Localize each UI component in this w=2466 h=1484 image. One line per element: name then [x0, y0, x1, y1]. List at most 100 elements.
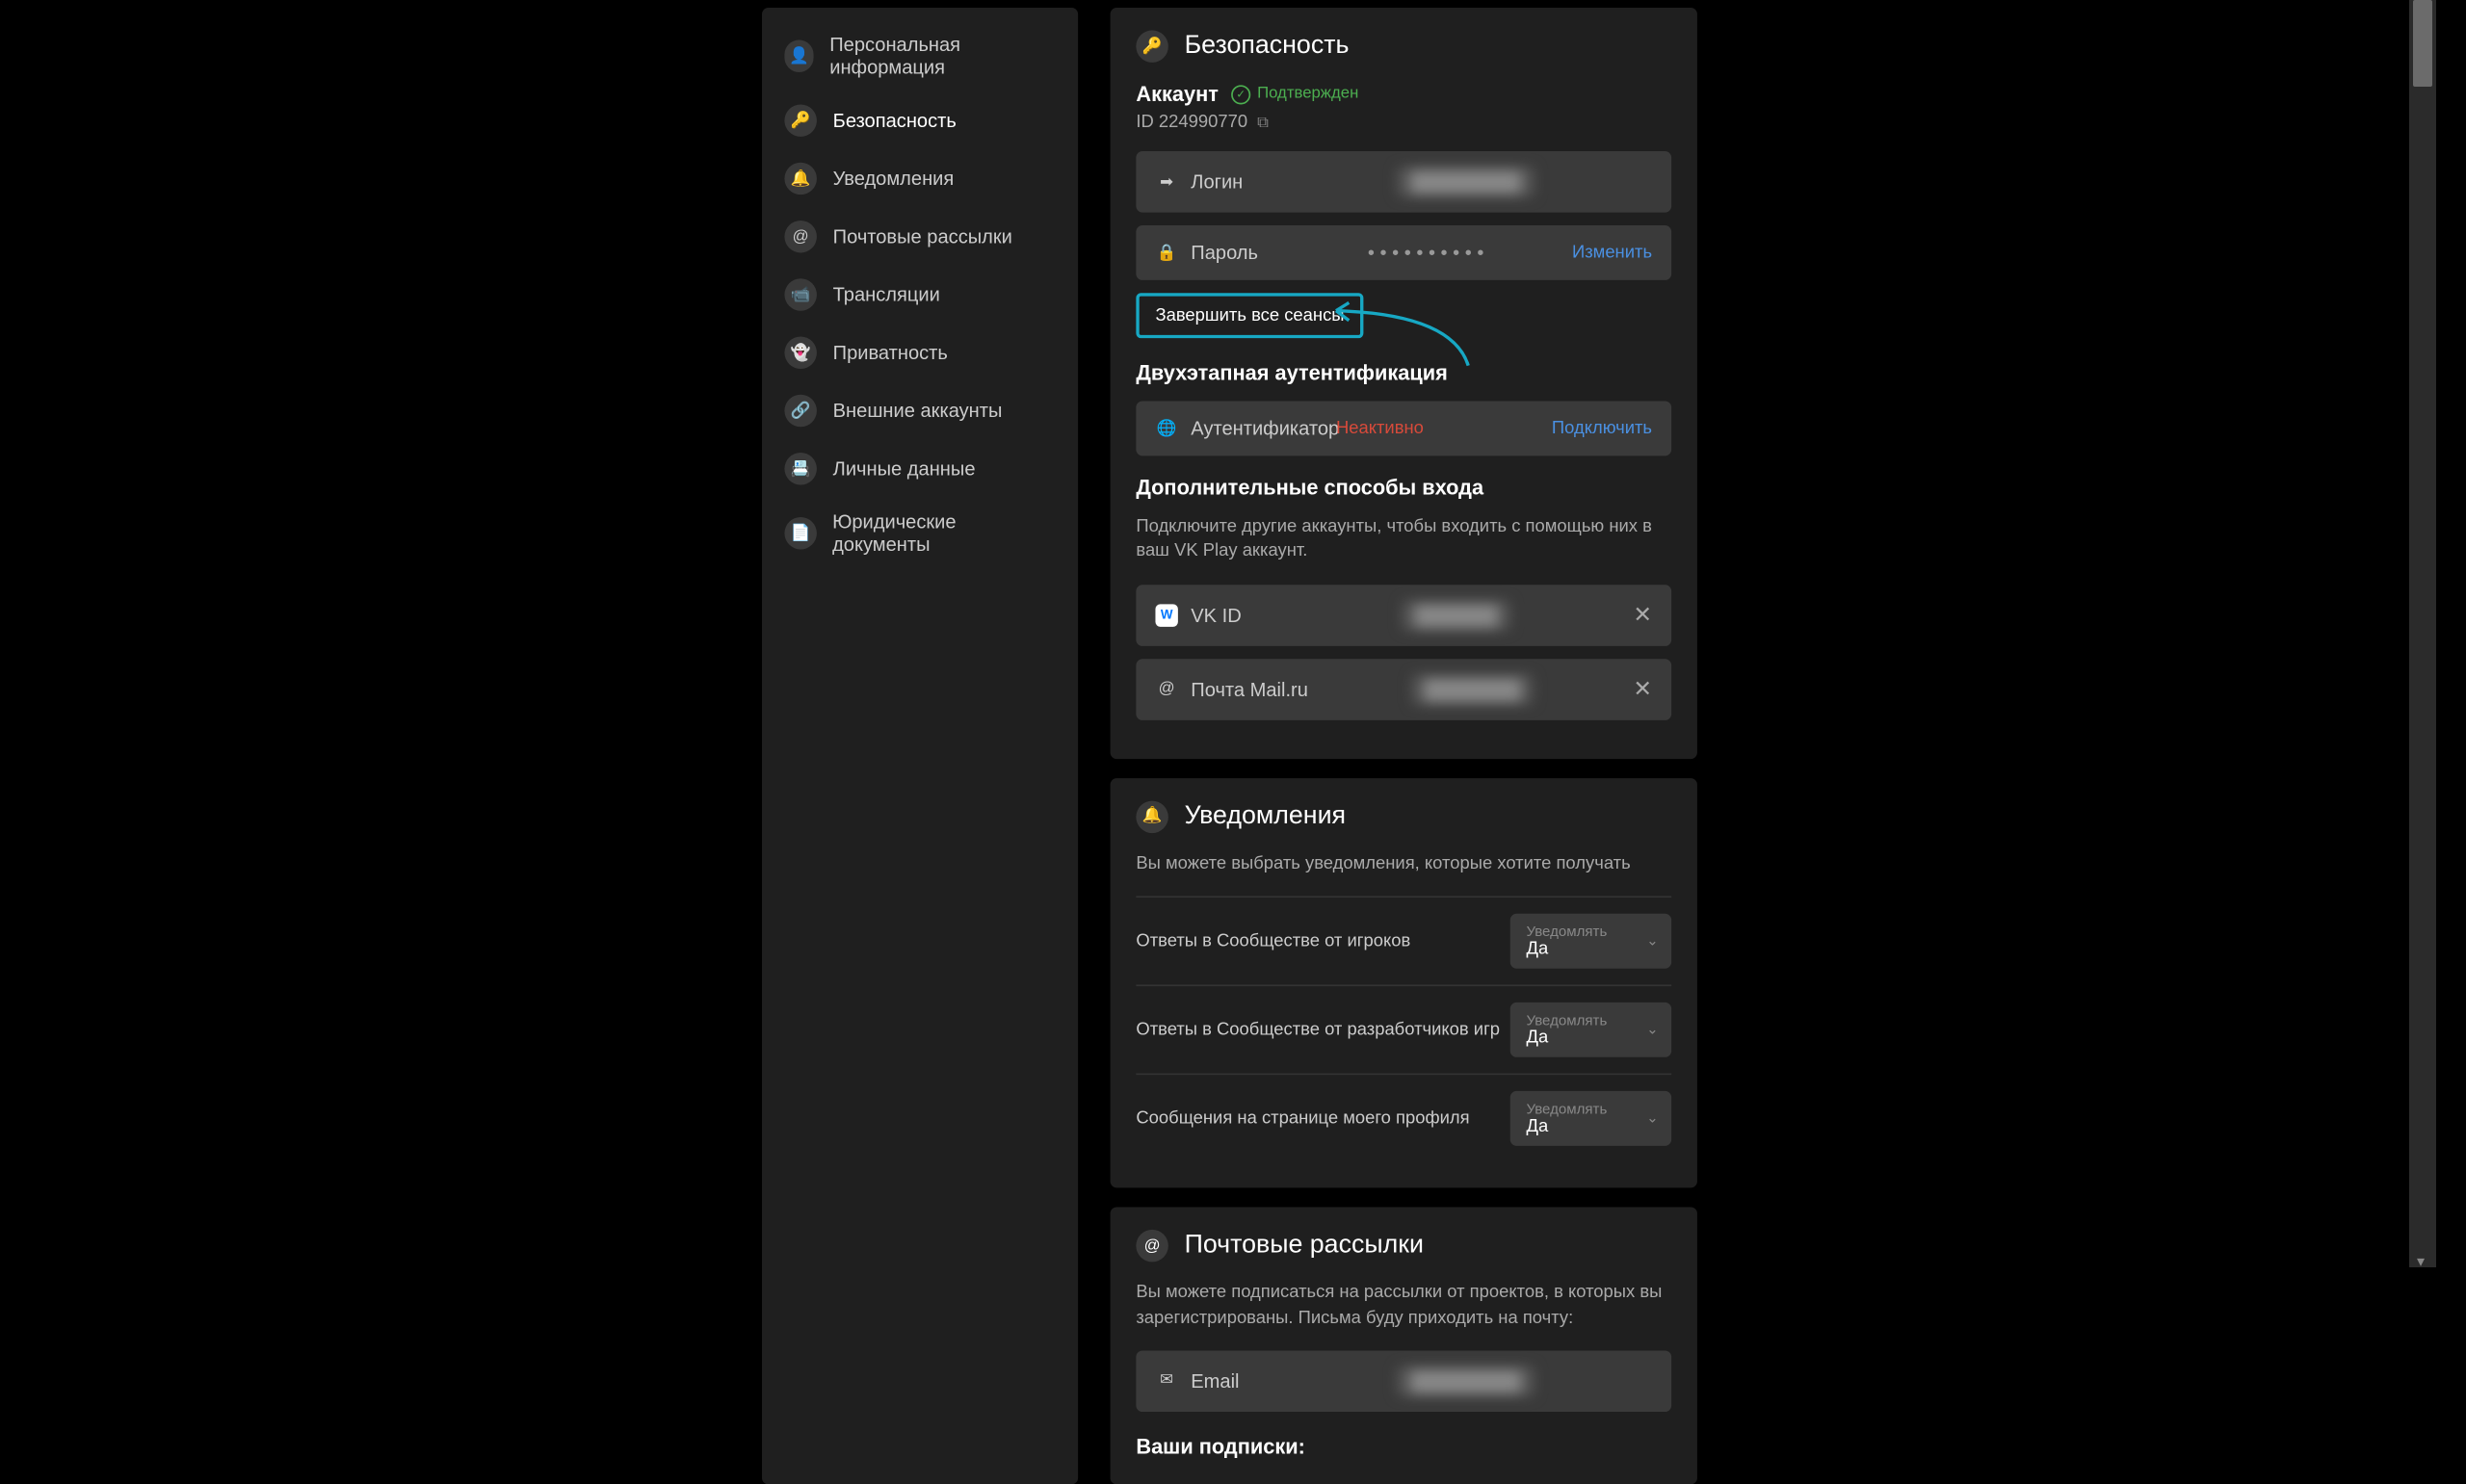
check-icon: ✓ [1231, 85, 1250, 104]
sidebar-item-security[interactable]: 🔑 Безопасность [762, 91, 1078, 149]
document-icon: 📄 [784, 517, 816, 549]
notif-row-community-devs: Ответы в Сообществе от разработчиков игр… [1136, 985, 1671, 1074]
password-value: • • • • • • • • • • [1279, 242, 1572, 264]
login-row: ➡ Логин ████████ [1136, 151, 1671, 213]
login-value: ████████ [1398, 168, 1534, 196]
sidebar-item-legal[interactable]: 📄 Юридические документы [762, 498, 1078, 569]
disconnect-mailru-button[interactable]: ✕ [1633, 676, 1652, 703]
chevron-down-icon: ⌄ [1646, 932, 1659, 950]
password-row: 🔒 Пароль • • • • • • • • • • Изменить [1136, 225, 1671, 280]
disconnect-vkid-button[interactable]: ✕ [1633, 602, 1652, 629]
select-label: Уведомлять [1526, 1101, 1655, 1117]
notif-select[interactable]: Уведомлять Да ⌄ [1510, 1091, 1671, 1146]
notif-select[interactable]: Уведомлять Да ⌄ [1510, 1002, 1671, 1057]
person-icon: 👤 [784, 39, 813, 71]
twofa-title: Двухэтапная аутентификация [1136, 361, 1671, 385]
sidebar-item-external-accounts[interactable]: 🔗 Внешние аккаунты [762, 381, 1078, 439]
scrollbar-thumb[interactable] [2413, 0, 2432, 87]
notifications-desc: Вы можете выбрать уведомления, которые х… [1136, 852, 1671, 877]
authenticator-status: Неактивно [1336, 419, 1552, 438]
sidebar-item-label: Почтовые рассылки [833, 225, 1012, 247]
key-icon: 🔑 [784, 104, 816, 136]
settings-sidebar: 👤 Персональная информация 🔑 Безопасность… [762, 8, 1078, 1484]
mailings-card: @ Почтовые рассылки Вы можете подписатьс… [1111, 1208, 1697, 1484]
account-label: Аккаунт [1136, 82, 1219, 106]
select-value: Да [1526, 940, 1655, 959]
sidebar-item-label: Приватность [833, 342, 948, 364]
contact-icon: 📇 [784, 453, 816, 484]
sidebar-item-label: Внешние аккаунты [833, 400, 1003, 422]
globe-icon: 🌐 [1155, 420, 1177, 437]
authenticator-row: 🌐 Аутентификатор Неактивно Подключить [1136, 401, 1671, 456]
notif-label: Сообщения на странице моего профиля [1136, 1109, 1469, 1129]
mailings-desc: Вы можете подписаться на рассылки от про… [1136, 1282, 1671, 1332]
connect-authenticator-link[interactable]: Подключить [1552, 419, 1652, 438]
mailru-value: ███████ [1411, 675, 1533, 704]
notifications-title: Уведомления [1185, 802, 1346, 831]
login-label: Логин [1191, 170, 1279, 193]
notif-label: Ответы в Сообществе от разработчиков игр [1136, 1021, 1500, 1040]
password-label: Пароль [1191, 242, 1279, 264]
sidebar-item-personal-data[interactable]: 📇 Личные данные [762, 440, 1078, 498]
email-value: ████████ [1398, 1367, 1534, 1395]
camera-icon: 📹 [784, 278, 816, 310]
key-icon: 🔑 [1136, 30, 1167, 62]
vkid-value: ██████ [1403, 601, 1510, 630]
verified-text: Подтвержден [1257, 85, 1358, 102]
sidebar-item-notifications[interactable]: 🔔 Уведомления [762, 149, 1078, 207]
extra-login-title: Дополнительные способы входа [1136, 475, 1671, 499]
chevron-down-icon: ⌄ [1646, 1021, 1659, 1038]
main-content: 🔑 Безопасность Аккаунт ✓ Подтвержден ID … [1111, 8, 1697, 1484]
vkid-row: W VK ID ██████ ✕ [1136, 585, 1671, 646]
scrollbar-track[interactable]: ▴ ▾ [2409, 0, 2436, 1267]
sidebar-item-label: Персональная информация [829, 34, 1055, 79]
email-label: Email [1191, 1369, 1279, 1392]
at-icon: @ [1136, 1230, 1167, 1262]
end-all-sessions-button[interactable]: Завершить все сеансы [1136, 293, 1363, 338]
vk-icon: W [1155, 604, 1177, 626]
extra-login-desc: Подключите другие аккаунты, чтобы входит… [1136, 515, 1671, 565]
authenticator-label: Аутентификатор [1191, 417, 1336, 439]
sidebar-item-label: Уведомления [833, 168, 955, 190]
ghost-icon: 👻 [784, 336, 816, 368]
at-icon: @ [784, 221, 816, 252]
email-row: ✉ Email ████████ [1136, 1350, 1671, 1412]
lock-icon: 🔒 [1155, 244, 1177, 261]
notif-select[interactable]: Уведомлять Да ⌄ [1510, 914, 1671, 969]
chevron-down-icon: ⌄ [1646, 1109, 1659, 1127]
mailru-label: Почта Mail.ru [1191, 678, 1312, 700]
notif-label: Ответы в Сообществе от игроков [1136, 931, 1410, 950]
sidebar-item-personal-info[interactable]: 👤 Персональная информация [762, 20, 1078, 91]
link-icon: 🔗 [784, 395, 816, 427]
verified-badge: ✓ Подтвержден [1231, 85, 1358, 104]
select-label: Уведомлять [1526, 1012, 1655, 1028]
sidebar-item-streams[interactable]: 📹 Трансляции [762, 266, 1078, 324]
select-label: Уведомлять [1526, 924, 1655, 940]
security-card: 🔑 Безопасность Аккаунт ✓ Подтвержден ID … [1111, 8, 1697, 759]
vkid-label: VK ID [1191, 604, 1279, 626]
notif-row-profile-messages: Сообщения на странице моего профиля Увед… [1136, 1074, 1671, 1162]
bell-icon: 🔔 [784, 163, 816, 195]
at-icon: @ [1155, 681, 1177, 698]
mail-icon: ✉ [1155, 1372, 1177, 1390]
select-value: Да [1526, 1028, 1655, 1048]
sidebar-item-privacy[interactable]: 👻 Приватность [762, 324, 1078, 381]
scroll-down-arrow-icon[interactable]: ▾ [2417, 1252, 2428, 1263]
sidebar-item-label: Трансляции [833, 283, 940, 305]
security-title: Безопасность [1185, 32, 1350, 61]
change-password-link[interactable]: Изменить [1572, 243, 1652, 262]
notif-row-community-players: Ответы в Сообществе от игроков Уведомлят… [1136, 897, 1671, 985]
sidebar-item-mailings[interactable]: @ Почтовые рассылки [762, 208, 1078, 266]
sidebar-item-label: Личные данные [833, 457, 976, 480]
account-id: ID 224990770 [1136, 113, 1247, 132]
sidebar-item-label: Юридические документы [832, 510, 1056, 556]
mailings-title: Почтовые рассылки [1185, 1232, 1424, 1261]
copy-icon[interactable]: ⧉ [1257, 114, 1269, 131]
login-icon: ➡ [1155, 173, 1177, 191]
mailru-row: @ Почта Mail.ru ███████ ✕ [1136, 659, 1671, 720]
select-value: Да [1526, 1117, 1655, 1136]
subscriptions-title: Ваши подписки: [1136, 1434, 1671, 1458]
sidebar-item-label: Безопасность [833, 109, 957, 131]
notifications-card: 🔔 Уведомления Вы можете выбрать уведомле… [1111, 778, 1697, 1188]
bell-icon: 🔔 [1136, 800, 1167, 832]
